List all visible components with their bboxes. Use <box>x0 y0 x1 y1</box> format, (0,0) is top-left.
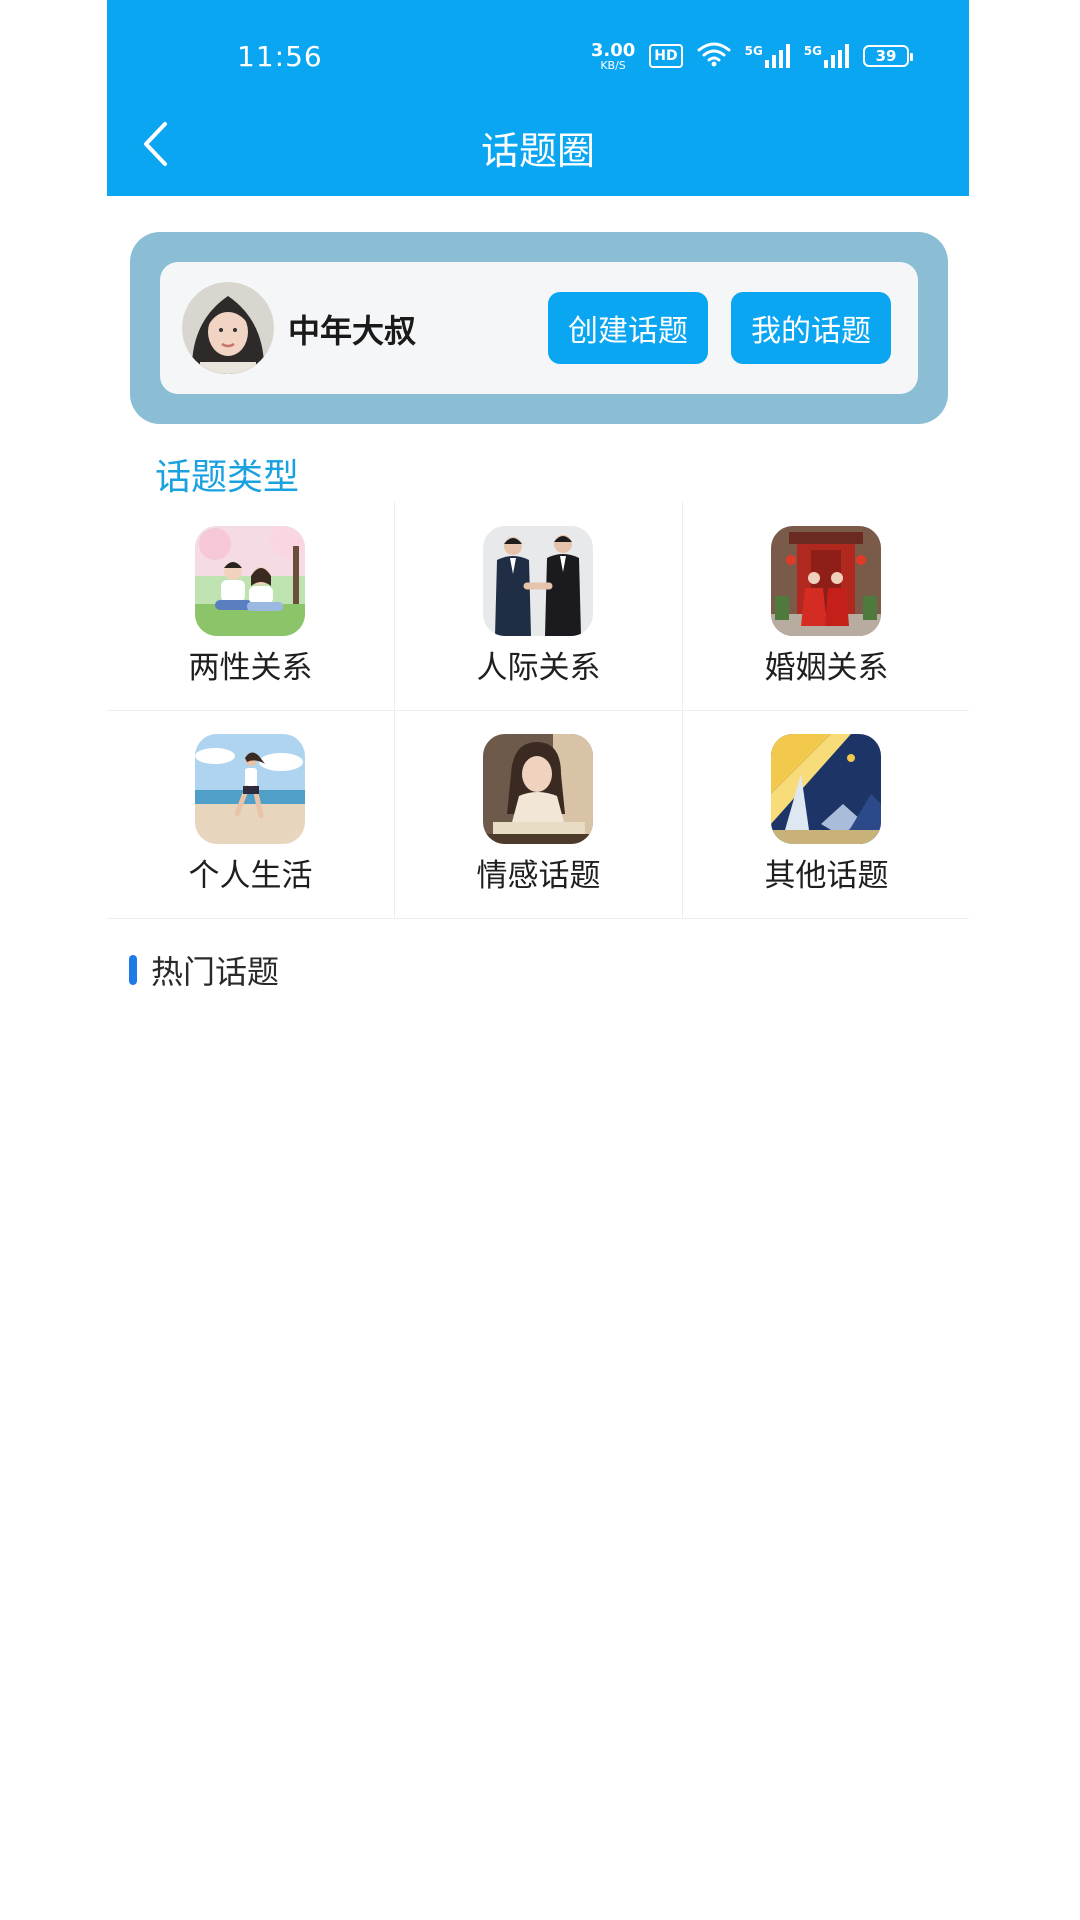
avatar[interactable] <box>182 282 274 374</box>
battery-icon: 39 <box>863 45 913 67</box>
my-topics-button[interactable]: 我的话题 <box>731 292 891 364</box>
sim1-label: 5G <box>744 44 763 58</box>
sim2-label: 5G <box>803 44 822 58</box>
net-speed-value: 3.00 <box>590 39 636 61</box>
topic-type-gender-relations[interactable]: 两性关系 <box>107 502 394 710</box>
profile-card-inner: 中年大叔 创建话题 我的话题 <box>160 262 918 394</box>
topic-type-other[interactable]: 其他话题 <box>683 710 970 918</box>
topic-type-marriage[interactable]: 婚姻关系 <box>683 502 970 710</box>
topic-type-label: 个人生活 <box>188 858 313 894</box>
topic-type-label: 其他话题 <box>764 858 889 894</box>
profile-card: 中年大叔 创建话题 我的话题 <box>130 232 948 424</box>
section-accent-bar <box>129 955 137 985</box>
status-icons: 3.00 KB/S HD 5G 5G 39 <box>590 38 913 74</box>
topic-type-label: 两性关系 <box>188 650 313 686</box>
create-topic-button[interactable]: 创建话题 <box>548 292 708 364</box>
topic-type-label: 婚姻关系 <box>764 650 889 686</box>
net-speed-unit: KB/S <box>600 58 626 72</box>
wedding-photo-icon <box>771 526 881 636</box>
topic-type-label: 情感话题 <box>476 858 601 894</box>
signal-sim1-icon: 5G <box>745 44 790 68</box>
abstract-shapes-icon <box>771 734 881 844</box>
topic-type-emotional[interactable]: 情感话题 <box>395 710 682 918</box>
page-title: 话题圈 <box>480 129 595 173</box>
net-speed: 3.00 KB/S <box>590 39 636 72</box>
status-time: 11:56 <box>237 40 323 73</box>
pensive-woman-photo-icon <box>483 734 593 844</box>
couple-photo-icon <box>195 526 305 636</box>
screen: 11:56 3.00 KB/S HD 5G 5G 39 话题圈 中年大叔 创建话… <box>107 0 969 1920</box>
hot-topics-title: 热门话题 <box>151 953 280 991</box>
hot-topics-header: 热门话题 <box>129 950 280 991</box>
grid-divider <box>107 918 969 919</box>
topic-type-interpersonal[interactable]: 人际关系 <box>395 502 682 710</box>
topic-type-label: 人际关系 <box>476 650 601 686</box>
handshake-photo-icon <box>483 526 593 636</box>
wifi-icon <box>697 41 731 71</box>
battery-level: 39 <box>875 47 897 65</box>
topic-types-title: 话题类型 <box>155 457 300 498</box>
beach-runner-photo-icon <box>195 734 305 844</box>
hd-icon: HD <box>649 44 683 68</box>
username: 中年大叔 <box>288 312 417 350</box>
topic-type-personal-life[interactable]: 个人生活 <box>107 710 394 918</box>
app-header: 11:56 3.00 KB/S HD 5G 5G 39 话题圈 <box>107 0 969 196</box>
signal-sim2-icon: 5G <box>804 44 849 68</box>
topic-type-grid: 两性关系 人际关系 婚姻关系 个人生活 情感话题 其他话题 <box>107 502 970 919</box>
